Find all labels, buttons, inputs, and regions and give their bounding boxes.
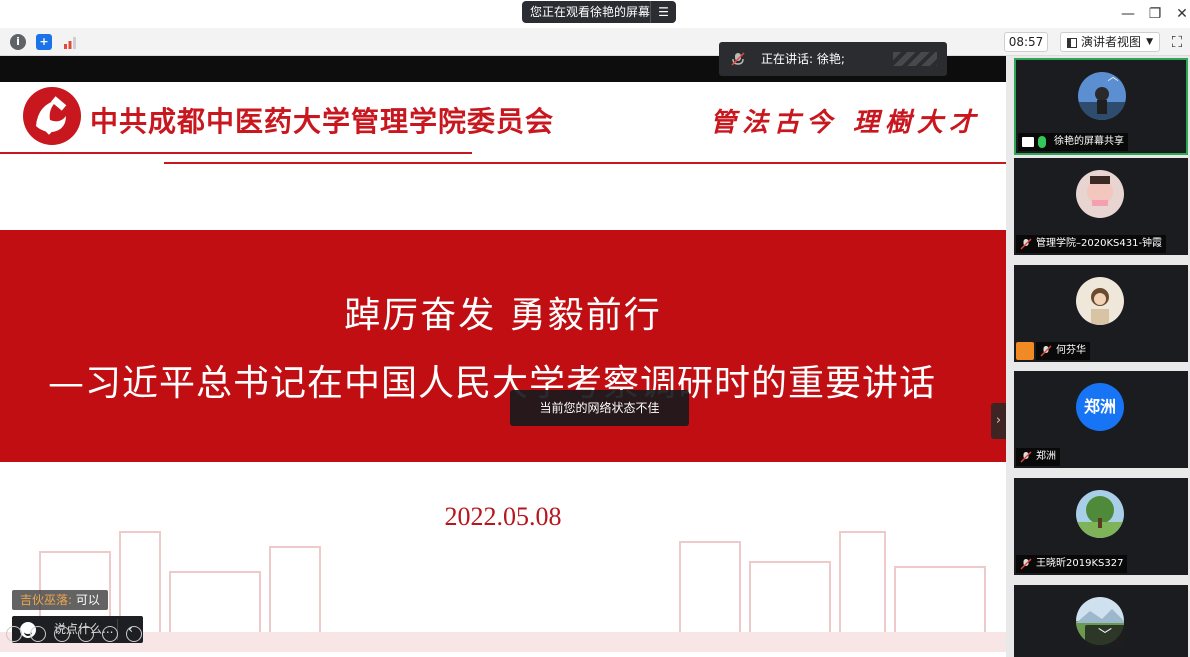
party-emblem-icon — [23, 87, 81, 145]
shared-screen: 中共成都中医药大学管理学院委员会 管法古今 理樹大才 踔厉奋发 勇毅前行 —习近… — [0, 56, 1006, 652]
avatar — [1076, 277, 1124, 325]
meeting-window: 您正在观看徐艳的屏幕 ☰ — ❐ ✕ i + 08:57 演讲者视图 ▼ ⛶ 中… — [0, 0, 1190, 657]
participant-tile[interactable]: ︿ 徐艳的屏幕共享 — [1014, 58, 1188, 155]
scroll-down-icon[interactable]: ﹀ — [1085, 625, 1125, 647]
close-icon[interactable]: ✕ — [1172, 4, 1190, 24]
mic-muted-icon — [1020, 238, 1032, 250]
screen-share-icon — [1022, 137, 1034, 147]
participant-tile[interactable]: 何芬华 — [1014, 265, 1188, 362]
participant-name-tag: 何芬华 — [1036, 342, 1090, 360]
participant-name: 郑洲 — [1036, 451, 1056, 462]
info-icon[interactable]: i — [10, 34, 26, 50]
speaking-label: 正在讲话: 徐艳; — [761, 52, 845, 66]
participant-tile[interactable]: 管理学院–2020KS431-钟霞 — [1014, 158, 1188, 255]
avatar — [1076, 490, 1124, 538]
more-icon[interactable] — [126, 626, 142, 642]
mic-active-icon — [1038, 136, 1046, 148]
network-signal-icon[interactable] — [62, 34, 78, 50]
chat-bubble: 吉伙巫落: 可以 — [12, 590, 108, 610]
avatar: 郑洲 — [1076, 383, 1124, 431]
pen-icon[interactable] — [54, 626, 70, 642]
mic-muted-icon — [1040, 345, 1052, 357]
presentation-slide: 中共成都中医药大学管理学院委员会 管法古今 理樹大才 踔厉奋发 勇毅前行 —习近… — [0, 82, 1006, 652]
participant-name-tag: 王晓昕2019KS327 — [1016, 555, 1128, 573]
participant-name: 管理学院–2020KS431-钟霞 — [1036, 238, 1163, 249]
chevron-down-icon: ▼ — [1146, 37, 1153, 47]
chat-message: 可以 — [72, 593, 100, 607]
participant-name-tag: 徐艳的屏幕共享 — [1018, 133, 1128, 151]
screen-share-banner[interactable]: 您正在观看徐艳的屏幕 ☰ — [522, 1, 676, 23]
mic-icon — [731, 52, 745, 66]
share-banner-text: 您正在观看徐艳的屏幕 — [530, 5, 651, 19]
mic-muted-icon — [1020, 451, 1032, 463]
divider-line — [164, 162, 1006, 164]
speaking-indicator: 正在讲话: 徐艳; — [719, 42, 947, 76]
participant-name: 徐艳的屏幕共享 — [1054, 136, 1124, 147]
view-label: 演讲者视图 — [1081, 35, 1142, 49]
mic-muted-icon — [1020, 558, 1032, 570]
participant-name: 何芬华 — [1056, 345, 1086, 356]
participant-name-tag: 管理学院–2020KS431-钟霞 — [1016, 235, 1167, 253]
restore-icon[interactable]: ❐ — [1145, 4, 1165, 24]
participant-name-tag: 郑洲 — [1016, 448, 1060, 466]
next-slide-icon[interactable] — [30, 626, 46, 642]
title-bar: 您正在观看徐艳的屏幕 ☰ — ❐ ✕ — [0, 0, 1190, 28]
meeting-toolbar: i + 08:57 演讲者视图 ▼ ⛶ — [0, 28, 1190, 56]
zoom-icon[interactable] — [102, 626, 118, 642]
avatar — [1076, 170, 1124, 218]
prev-slide-icon[interactable] — [6, 626, 22, 642]
security-shield-icon[interactable]: + — [36, 34, 52, 50]
fullscreen-icon[interactable]: ⛶ — [1168, 33, 1186, 51]
slides-icon[interactable] — [78, 626, 94, 642]
participant-tile[interactable]: 郑洲 郑洲 — [1014, 371, 1188, 468]
meeting-clock: 08:57 — [1004, 32, 1048, 52]
chat-sender: 吉伙巫落: — [20, 593, 73, 607]
host-badge-icon — [1016, 342, 1034, 360]
panel-toggle-arrow-icon[interactable]: › — [991, 403, 1006, 439]
participant-tile[interactable]: 王晓昕2019KS327 — [1014, 478, 1188, 575]
speaker-view-dropdown[interactable]: 演讲者视图 ▼ — [1060, 32, 1160, 52]
divider-line — [0, 152, 472, 154]
participant-panel: ︿ 徐艳的屏幕共享 管理学院–2020KS431-钟霞 何芬华 郑洲 郑洲 王晓… — [1006, 56, 1190, 657]
slide-headline: 踔厉奋发 勇毅前行 — [344, 295, 662, 336]
network-warning-toast: 当前您的网络状态不佳 — [510, 390, 689, 426]
title-band: 踔厉奋发 勇毅前行 —习近平总书记在中国人民大学考察调研时的重要讲话 — [0, 230, 1006, 462]
org-title: 中共成都中医药大学管理学院委员会 — [90, 105, 555, 138]
participant-name: 王晓昕2019KS327 — [1036, 558, 1124, 569]
share-menu-icon[interactable]: ☰ — [650, 1, 676, 23]
slide-tool-icons — [6, 626, 166, 644]
slide-subtitle: —习近平总书记在中国人民大学考察调研时的重要讲话 — [48, 363, 937, 404]
speaker-avatar-strip — [893, 52, 937, 66]
slide-date: 2022.05.08 — [444, 502, 562, 531]
scroll-up-icon[interactable]: ︿ — [1102, 70, 1124, 84]
minimize-icon[interactable]: — — [1118, 4, 1138, 24]
speaker-view-icon — [1067, 37, 1077, 48]
motto: 管法古今 理樹大才 — [710, 108, 982, 138]
